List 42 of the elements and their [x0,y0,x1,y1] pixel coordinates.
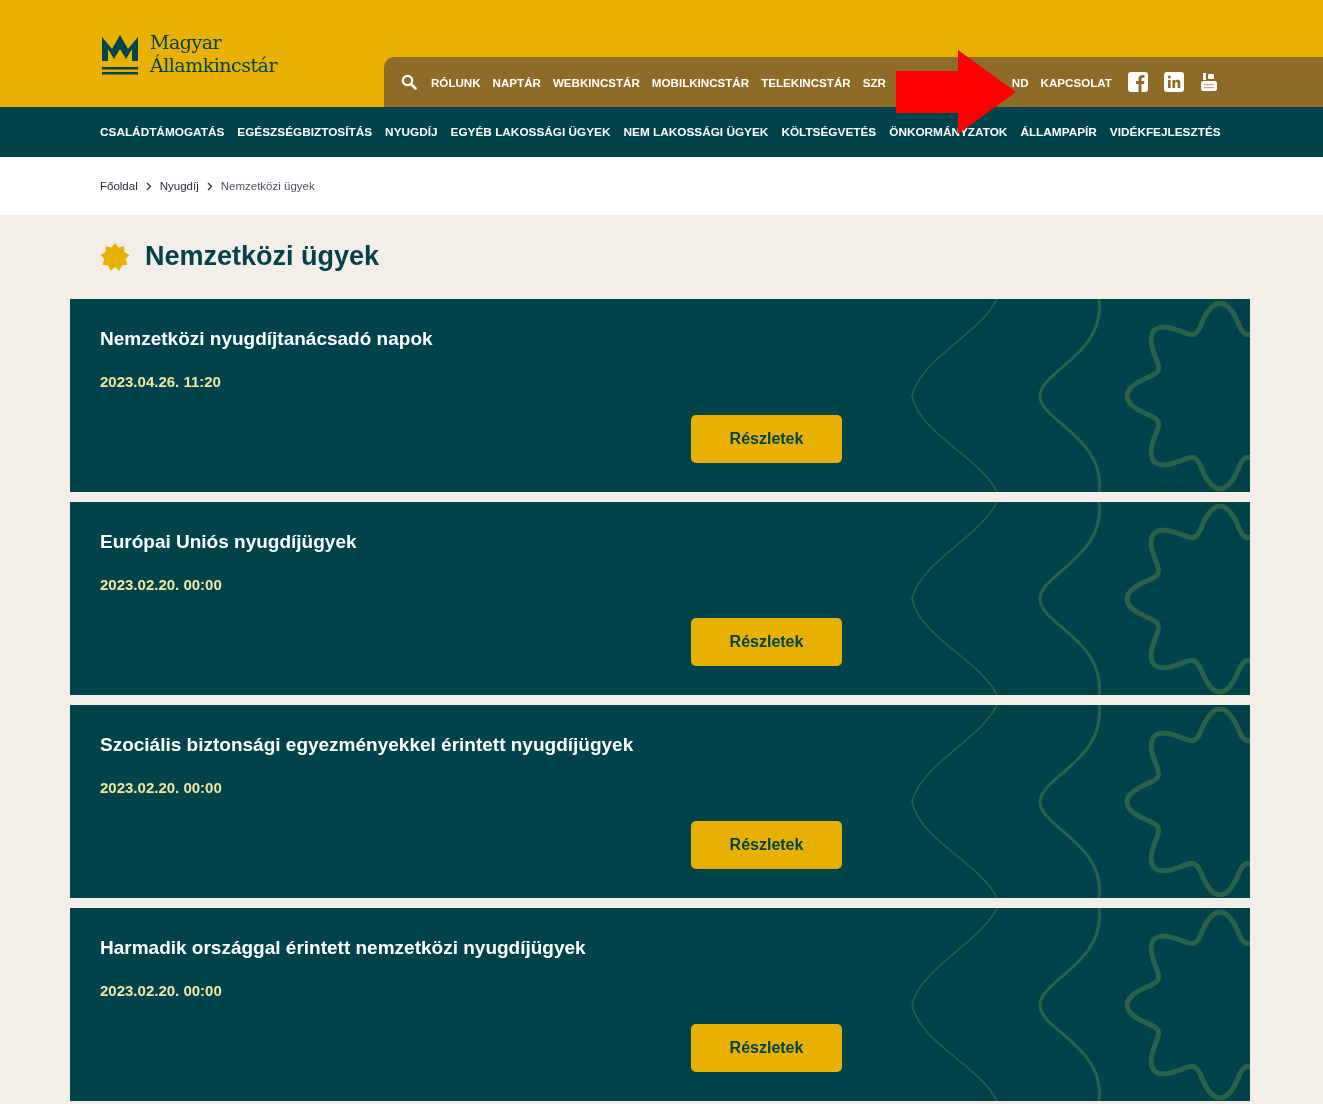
card-title: Nemzetközi nyugdíjtanácsadó napok [100,327,434,351]
details-button[interactable]: Részletek [691,821,842,869]
chevron-right-icon [206,181,213,191]
top-nav-link[interactable]: MOBILKINCSTÁR [651,75,750,89]
breadcrumb-link[interactable]: Főoldal [100,180,138,192]
details-button[interactable]: Részletek [691,618,842,666]
top-nav-link[interactable]: WEBKINCSTÁR [552,75,640,89]
card-date: 2023.04.26. 11:20 [100,373,222,390]
main-nav-link[interactable]: EGÉSZSÉGBIZTOSÍTÁS [237,125,373,139]
sun-icon [100,241,130,272]
details-button[interactable]: Részletek [691,415,842,463]
card-title: Szociális biztonsági egyezményekkel érintett nyugdíjügyek [100,733,635,757]
top-nav-link[interactable]: NAPTÁR [492,75,541,89]
top-nav-link[interactable]: KAPCSOLAT [1040,75,1112,89]
page-title: Nemzetközi ügyek [145,241,380,272]
search-icon[interactable] [401,74,417,90]
breadcrumb-link[interactable]: Nyugdíj [159,180,199,192]
top-nav-link[interactable]: ND [1011,75,1029,89]
logo-text: Magyar [150,31,222,54]
breadcrumb-link[interactable]: Nemzetközi ügyek [220,180,315,192]
card-title: Európai Uniós nyugdíjügyek [100,530,358,554]
main-nav-link[interactable]: CSALÁDTÁMOGATÁS [100,125,225,139]
top-nav-link[interactable]: TELEKINCSTÁR [761,75,851,89]
chevron-right-icon [145,181,152,191]
top-nav-link[interactable]: RÓLUNK [431,75,481,89]
facebook-icon[interactable] [1127,72,1148,92]
main-nav-link[interactable]: NEM LAKOSSÁGI ÜGYEK [623,125,769,139]
card-date: 2023.02.20. 00:00 [100,982,223,999]
main-nav-link[interactable]: ÖNKORMÁNYZATOK [889,125,1008,139]
details-button[interactable]: Részletek [691,1024,842,1072]
main-nav-link[interactable]: NYUGDÍJ [385,125,438,139]
card-date: 2023.02.20. 00:00 [100,779,223,796]
main-nav-link[interactable]: KÖLTSÉGVETÉS [781,125,877,139]
card-title: Harmadik országgal érintett nemzetközi nyugdíjügyek [100,936,587,960]
main-nav-link[interactable]: EGYÉB LAKOSSÁGI ÜGYEK [450,125,611,139]
main-nav-link[interactable]: VIDÉKFEJLESZTÉS [1109,125,1221,139]
logo[interactable]: Magyar Államkincstár [100,31,384,77]
logo-text: Államkincstár [150,54,277,77]
card-date: 2023.02.20. 00:00 [100,576,223,593]
top-nav-link[interactable]: SZR [862,75,886,89]
main-nav-link[interactable]: ÁLLAMPAPÍR [1020,125,1097,139]
linkedin-icon[interactable] [1163,72,1184,92]
